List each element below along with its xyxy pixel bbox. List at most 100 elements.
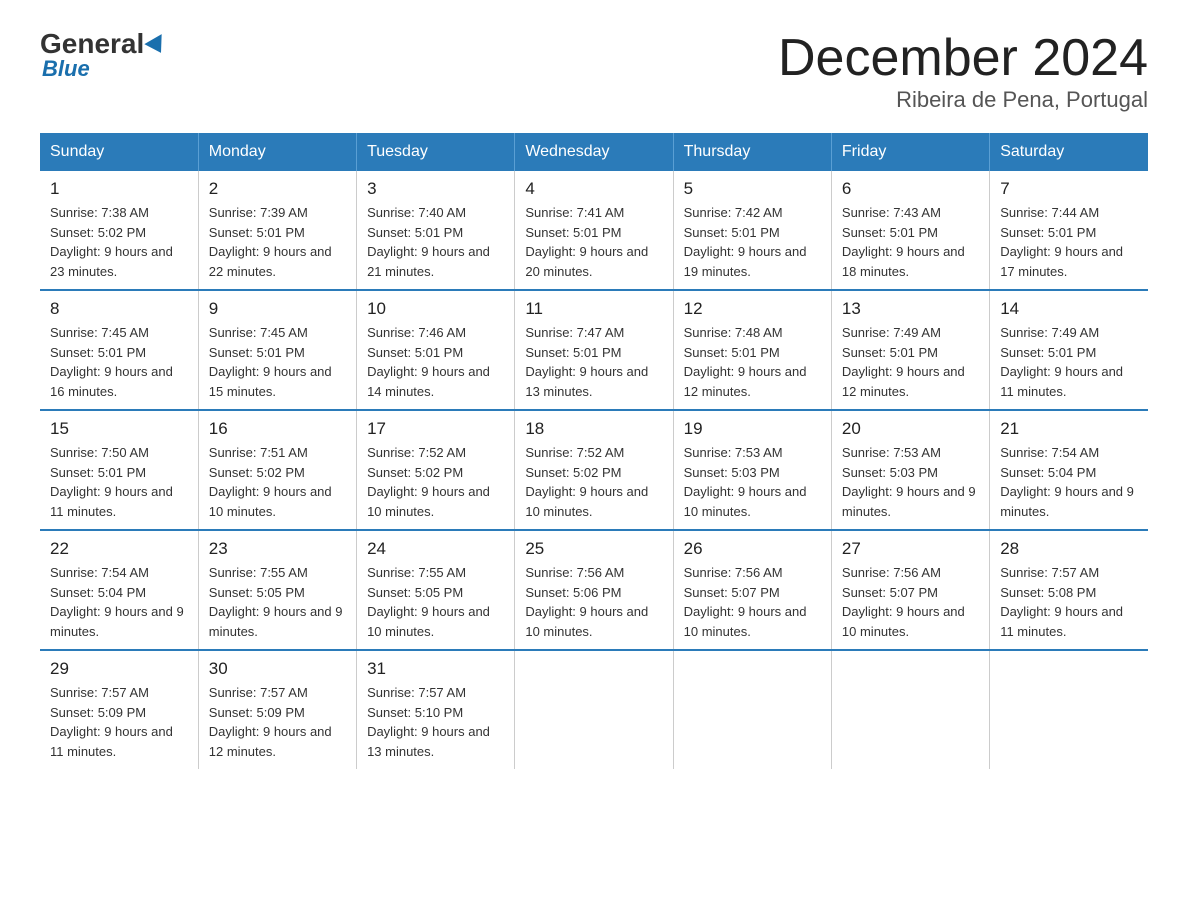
day-number: 25: [525, 539, 662, 559]
calendar-week-row: 1 Sunrise: 7:38 AM Sunset: 5:02 PM Dayli…: [40, 171, 1148, 290]
column-header-friday: Friday: [831, 133, 989, 171]
day-info: Sunrise: 7:52 AM Sunset: 5:02 PM Dayligh…: [525, 443, 662, 521]
day-info: Sunrise: 7:47 AM Sunset: 5:01 PM Dayligh…: [525, 323, 662, 401]
day-number: 18: [525, 419, 662, 439]
calendar-cell: [990, 650, 1148, 769]
calendar-table: SundayMondayTuesdayWednesdayThursdayFrid…: [40, 133, 1148, 769]
day-info: Sunrise: 7:48 AM Sunset: 5:01 PM Dayligh…: [684, 323, 821, 401]
day-number: 20: [842, 419, 979, 439]
day-info: Sunrise: 7:57 AM Sunset: 5:10 PM Dayligh…: [367, 683, 504, 761]
calendar-cell: 2 Sunrise: 7:39 AM Sunset: 5:01 PM Dayli…: [198, 171, 356, 290]
day-number: 13: [842, 299, 979, 319]
day-number: 17: [367, 419, 504, 439]
calendar-cell: 19 Sunrise: 7:53 AM Sunset: 5:03 PM Dayl…: [673, 410, 831, 530]
logo: General Blue: [40, 30, 167, 82]
day-info: Sunrise: 7:53 AM Sunset: 5:03 PM Dayligh…: [842, 443, 979, 521]
calendar-cell: 25 Sunrise: 7:56 AM Sunset: 5:06 PM Dayl…: [515, 530, 673, 650]
day-info: Sunrise: 7:38 AM Sunset: 5:02 PM Dayligh…: [50, 203, 188, 281]
day-number: 31: [367, 659, 504, 679]
day-info: Sunrise: 7:49 AM Sunset: 5:01 PM Dayligh…: [842, 323, 979, 401]
calendar-cell: 27 Sunrise: 7:56 AM Sunset: 5:07 PM Dayl…: [831, 530, 989, 650]
day-number: 3: [367, 179, 504, 199]
calendar-cell: 13 Sunrise: 7:49 AM Sunset: 5:01 PM Dayl…: [831, 290, 989, 410]
calendar-cell: [831, 650, 989, 769]
calendar-week-row: 29 Sunrise: 7:57 AM Sunset: 5:09 PM Dayl…: [40, 650, 1148, 769]
title-section: December 2024 Ribeira de Pena, Portugal: [778, 30, 1148, 113]
day-info: Sunrise: 7:43 AM Sunset: 5:01 PM Dayligh…: [842, 203, 979, 281]
day-number: 24: [367, 539, 504, 559]
day-info: Sunrise: 7:56 AM Sunset: 5:07 PM Dayligh…: [842, 563, 979, 641]
column-header-monday: Monday: [198, 133, 356, 171]
day-info: Sunrise: 7:45 AM Sunset: 5:01 PM Dayligh…: [50, 323, 188, 401]
day-number: 19: [684, 419, 821, 439]
calendar-cell: 28 Sunrise: 7:57 AM Sunset: 5:08 PM Dayl…: [990, 530, 1148, 650]
day-number: 10: [367, 299, 504, 319]
day-number: 9: [209, 299, 346, 319]
calendar-cell: 16 Sunrise: 7:51 AM Sunset: 5:02 PM Dayl…: [198, 410, 356, 530]
calendar-cell: 29 Sunrise: 7:57 AM Sunset: 5:09 PM Dayl…: [40, 650, 198, 769]
logo-triangle-icon: [145, 34, 170, 58]
calendar-cell: 22 Sunrise: 7:54 AM Sunset: 5:04 PM Dayl…: [40, 530, 198, 650]
day-info: Sunrise: 7:49 AM Sunset: 5:01 PM Dayligh…: [1000, 323, 1138, 401]
day-info: Sunrise: 7:51 AM Sunset: 5:02 PM Dayligh…: [209, 443, 346, 521]
calendar-cell: 10 Sunrise: 7:46 AM Sunset: 5:01 PM Dayl…: [357, 290, 515, 410]
day-number: 23: [209, 539, 346, 559]
day-number: 14: [1000, 299, 1138, 319]
page-header: General Blue December 2024 Ribeira de Pe…: [40, 30, 1148, 113]
day-info: Sunrise: 7:50 AM Sunset: 5:01 PM Dayligh…: [50, 443, 188, 521]
calendar-cell: 3 Sunrise: 7:40 AM Sunset: 5:01 PM Dayli…: [357, 171, 515, 290]
day-number: 2: [209, 179, 346, 199]
calendar-header-row: SundayMondayTuesdayWednesdayThursdayFrid…: [40, 133, 1148, 171]
calendar-cell: 24 Sunrise: 7:55 AM Sunset: 5:05 PM Dayl…: [357, 530, 515, 650]
column-header-tuesday: Tuesday: [357, 133, 515, 171]
day-info: Sunrise: 7:54 AM Sunset: 5:04 PM Dayligh…: [1000, 443, 1138, 521]
day-number: 21: [1000, 419, 1138, 439]
month-title: December 2024: [778, 30, 1148, 87]
calendar-cell: 17 Sunrise: 7:52 AM Sunset: 5:02 PM Dayl…: [357, 410, 515, 530]
calendar-cell: 30 Sunrise: 7:57 AM Sunset: 5:09 PM Dayl…: [198, 650, 356, 769]
day-info: Sunrise: 7:55 AM Sunset: 5:05 PM Dayligh…: [367, 563, 504, 641]
logo-blue-text: Blue: [42, 56, 90, 82]
calendar-cell: 11 Sunrise: 7:47 AM Sunset: 5:01 PM Dayl…: [515, 290, 673, 410]
column-header-saturday: Saturday: [990, 133, 1148, 171]
day-info: Sunrise: 7:45 AM Sunset: 5:01 PM Dayligh…: [209, 323, 346, 401]
calendar-week-row: 8 Sunrise: 7:45 AM Sunset: 5:01 PM Dayli…: [40, 290, 1148, 410]
column-header-wednesday: Wednesday: [515, 133, 673, 171]
day-number: 22: [50, 539, 188, 559]
location-label: Ribeira de Pena, Portugal: [778, 87, 1148, 113]
calendar-cell: 15 Sunrise: 7:50 AM Sunset: 5:01 PM Dayl…: [40, 410, 198, 530]
day-info: Sunrise: 7:57 AM Sunset: 5:09 PM Dayligh…: [209, 683, 346, 761]
calendar-week-row: 15 Sunrise: 7:50 AM Sunset: 5:01 PM Dayl…: [40, 410, 1148, 530]
day-number: 27: [842, 539, 979, 559]
day-number: 29: [50, 659, 188, 679]
day-info: Sunrise: 7:41 AM Sunset: 5:01 PM Dayligh…: [525, 203, 662, 281]
calendar-cell: 8 Sunrise: 7:45 AM Sunset: 5:01 PM Dayli…: [40, 290, 198, 410]
calendar-cell: 23 Sunrise: 7:55 AM Sunset: 5:05 PM Dayl…: [198, 530, 356, 650]
day-number: 6: [842, 179, 979, 199]
day-info: Sunrise: 7:52 AM Sunset: 5:02 PM Dayligh…: [367, 443, 504, 521]
day-info: Sunrise: 7:46 AM Sunset: 5:01 PM Dayligh…: [367, 323, 504, 401]
day-number: 12: [684, 299, 821, 319]
calendar-cell: 9 Sunrise: 7:45 AM Sunset: 5:01 PM Dayli…: [198, 290, 356, 410]
calendar-cell: [673, 650, 831, 769]
day-info: Sunrise: 7:53 AM Sunset: 5:03 PM Dayligh…: [684, 443, 821, 521]
day-info: Sunrise: 7:57 AM Sunset: 5:08 PM Dayligh…: [1000, 563, 1138, 641]
day-number: 28: [1000, 539, 1138, 559]
calendar-cell: [515, 650, 673, 769]
calendar-cell: 12 Sunrise: 7:48 AM Sunset: 5:01 PM Dayl…: [673, 290, 831, 410]
column-header-sunday: Sunday: [40, 133, 198, 171]
calendar-cell: 4 Sunrise: 7:41 AM Sunset: 5:01 PM Dayli…: [515, 171, 673, 290]
day-number: 15: [50, 419, 188, 439]
day-number: 8: [50, 299, 188, 319]
day-info: Sunrise: 7:56 AM Sunset: 5:07 PM Dayligh…: [684, 563, 821, 641]
calendar-cell: 1 Sunrise: 7:38 AM Sunset: 5:02 PM Dayli…: [40, 171, 198, 290]
column-header-thursday: Thursday: [673, 133, 831, 171]
day-number: 26: [684, 539, 821, 559]
day-number: 4: [525, 179, 662, 199]
calendar-cell: 5 Sunrise: 7:42 AM Sunset: 5:01 PM Dayli…: [673, 171, 831, 290]
day-number: 5: [684, 179, 821, 199]
day-info: Sunrise: 7:57 AM Sunset: 5:09 PM Dayligh…: [50, 683, 188, 761]
calendar-cell: 21 Sunrise: 7:54 AM Sunset: 5:04 PM Dayl…: [990, 410, 1148, 530]
calendar-cell: 26 Sunrise: 7:56 AM Sunset: 5:07 PM Dayl…: [673, 530, 831, 650]
day-number: 30: [209, 659, 346, 679]
